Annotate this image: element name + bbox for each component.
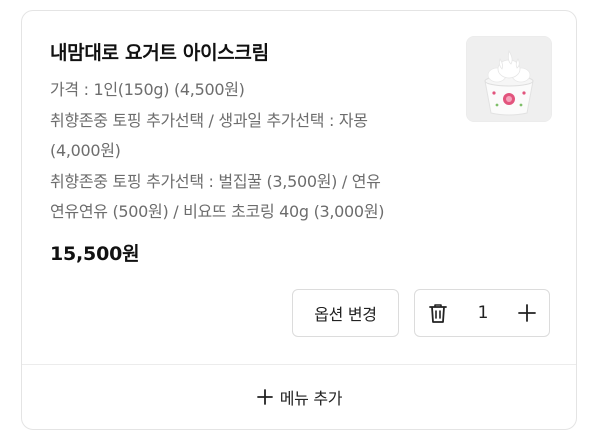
quantity-value: 1 xyxy=(477,303,489,323)
option-line: 취향존중 토핑 추가선택 : 벌집꿀 (3,500원) / 연유 xyxy=(50,171,381,191)
quantity-stepper: 1 xyxy=(414,289,550,337)
option-line: (4,000원) xyxy=(50,141,121,160)
plus-icon[interactable] xyxy=(516,302,538,324)
item-price: 15,500원 xyxy=(50,243,140,265)
cart-item-card: 내맘대로 요거트 아이스크림 가격 : 1인(150g) (4,500원) 취향… xyxy=(21,10,577,430)
yogurt-cup-icon xyxy=(467,37,551,121)
option-line: 가격 : 1인(150g) (4,500원) xyxy=(50,80,245,99)
product-image xyxy=(466,36,552,122)
option-line: 연유연유 (500원) / 비요뜨 초코링 40g (3,000원) xyxy=(50,202,385,221)
add-menu-label: 메뉴 추가 xyxy=(279,389,343,408)
item-name: 내맘대로 요거트 아이스크림 xyxy=(50,42,269,64)
trash-icon[interactable] xyxy=(427,302,449,324)
option-line: 취향존중 토핑 추가선택 / 생과일 추가선택 : 자몽 xyxy=(50,110,368,130)
item-options: 가격 : 1인(150g) (4,500원) 취향존중 토핑 추가선택 / 생과… xyxy=(50,75,460,228)
add-menu-button[interactable]: 메뉴 추가 xyxy=(22,365,576,429)
change-option-button[interactable]: 옵션 변경 xyxy=(292,289,399,337)
plus-icon xyxy=(256,388,274,406)
